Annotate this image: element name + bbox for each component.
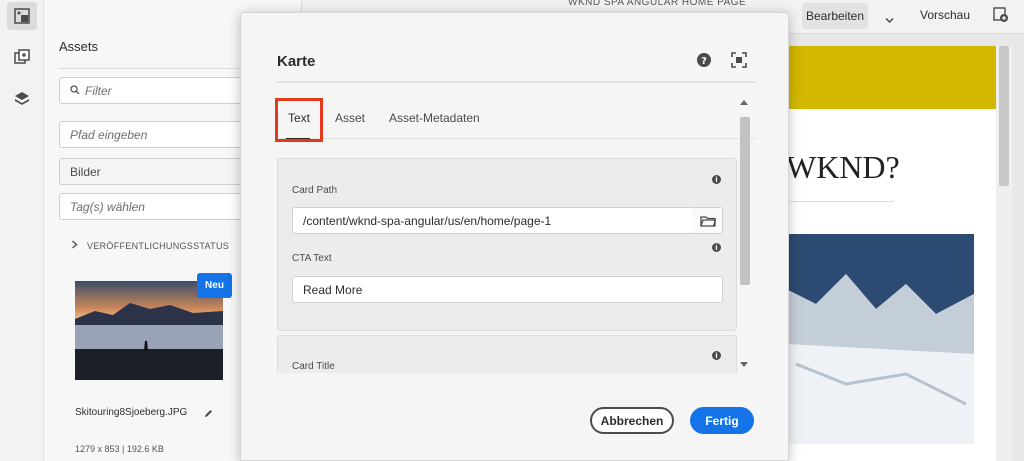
side-rail [0,0,44,461]
tab-highlight-box [275,98,323,142]
header-banner [786,46,996,109]
info-icon[interactable]: i [712,175,721,184]
new-badge: Neu [197,273,232,298]
components-icon[interactable] [7,43,37,71]
assets-icon[interactable] [7,2,37,30]
scroll-down-icon[interactable] [740,362,748,367]
tab-asset-metadata[interactable]: Asset-Metadaten [389,111,480,125]
card-dialog: Karte ? Text Asset Asset-Metadaten i Car… [240,12,789,461]
dialog-header-divider [277,81,755,83]
card-path-field[interactable]: /content/wknd-spa-angular/us/en/home/pag… [292,207,694,234]
done-button[interactable]: Fertig [690,407,754,434]
fullscreen-icon[interactable] [731,52,747,73]
dialog-scrollbar-thumb[interactable] [740,117,750,285]
dialog-tabs: Text Asset Asset-Metadaten [275,97,755,142]
fieldset-title: i Card Title [277,335,737,373]
chevron-right-icon [71,240,78,251]
card-title-label: Card Title [292,361,335,372]
info-icon[interactable]: i [712,243,721,252]
preview-button[interactable]: Vorschau [920,8,970,22]
tab-asset[interactable]: Asset [335,111,365,125]
chevron-down-icon[interactable] [885,11,894,29]
svg-text:?: ? [701,56,707,67]
help-icon[interactable]: ? [696,52,712,73]
path-placeholder: Pfad eingeben [70,127,148,142]
scroll-up-icon[interactable] [740,100,748,105]
dialog-title: Karte [277,53,316,70]
fieldset-text: i Card Path /content/wknd-spa-angular/us… [277,158,737,331]
dialog-form: i Card Path /content/wknd-spa-angular/us… [277,158,737,373]
publication-status-toggle[interactable]: VERÖFFENTLICHUNGSSTATUS [71,240,229,251]
page-heading: WKND? [786,149,900,185]
edit-mode-button[interactable]: Bearbeiten [802,3,868,29]
card-path-label: Card Path [292,185,338,196]
content-tree-icon[interactable] [7,85,37,113]
assets-title: Assets [59,39,99,54]
asset-meta: 1279 x 853 | 192.6 KB [75,444,164,454]
folder-icon[interactable] [693,207,723,234]
cta-text-field[interactable]: Read More [292,276,723,303]
page-title: WKND SPA ANGULAR HOME PAGE [568,0,747,8]
page-scrollbar-thumb[interactable] [999,46,1009,186]
heading-divider [786,201,894,202]
pencil-icon[interactable] [204,405,213,423]
tags-placeholder: Tag(s) wählen [70,199,145,214]
publication-status-label: VERÖFFENTLICHUNGSSTATUS [87,240,230,251]
search-icon [70,84,80,98]
info-icon[interactable]: i [712,351,721,360]
cancel-button[interactable]: Abbrechen [590,407,674,434]
hero-image [786,234,974,444]
asset-type-value: Bilder [70,164,101,179]
cta-text-label: CTA Text [292,253,332,264]
page-info-icon[interactable] [993,7,1009,28]
filter-placeholder: Filter [85,83,112,98]
asset-name: Skitouring8Sjoeberg.JPG [75,407,188,418]
